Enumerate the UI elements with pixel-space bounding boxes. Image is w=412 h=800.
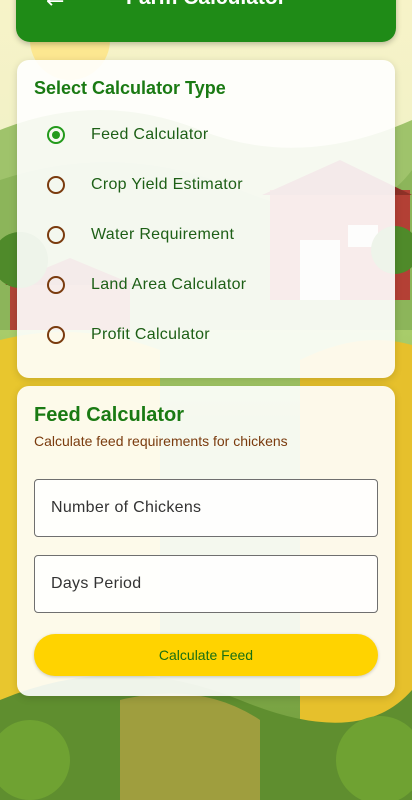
- page-title: Farm Calculator: [16, 0, 396, 10]
- radio-unselected-icon[interactable]: [47, 326, 65, 344]
- feed-calculator-title: Feed Calculator: [34, 404, 185, 426]
- calculator-type-heading: Select Calculator Type: [34, 78, 226, 98]
- radio-unselected-icon[interactable]: [47, 226, 65, 244]
- radio-label: Profit Calculator: [91, 326, 210, 343]
- radio-label: Water Requirement: [91, 226, 235, 243]
- calculator-type-card: Select Calculator Type Feed Calculator C…: [17, 60, 395, 378]
- radio-option-land-area-calculator[interactable]: Land Area Calculator: [47, 270, 246, 300]
- radio-option-water-requirement[interactable]: Water Requirement: [47, 220, 234, 250]
- calculate-feed-button[interactable]: Calculate Feed: [34, 634, 378, 676]
- radio-option-crop-yield-estimator[interactable]: Crop Yield Estimator: [47, 170, 243, 200]
- radio-selected-icon[interactable]: [47, 126, 65, 144]
- radio-label: Crop Yield Estimator: [91, 176, 243, 193]
- radio-label: Feed Calculator: [91, 126, 209, 143]
- days-period-input[interactable]: Days Period: [34, 555, 378, 613]
- radio-option-profit-calculator[interactable]: Profit Calculator: [47, 320, 210, 350]
- feed-calculator-card: Feed Calculator Calculate feed requireme…: [17, 386, 395, 696]
- radio-unselected-icon[interactable]: [47, 176, 65, 194]
- radio-option-feed-calculator[interactable]: Feed Calculator: [47, 120, 208, 150]
- app-bar: ← Farm Calculator: [16, 0, 396, 42]
- radio-label: Land Area Calculator: [91, 276, 247, 293]
- number-of-chickens-input[interactable]: Number of Chickens: [34, 479, 378, 537]
- radio-unselected-icon[interactable]: [47, 276, 65, 294]
- feed-calculator-subtitle: Calculate feed requirements for chickens: [34, 433, 288, 449]
